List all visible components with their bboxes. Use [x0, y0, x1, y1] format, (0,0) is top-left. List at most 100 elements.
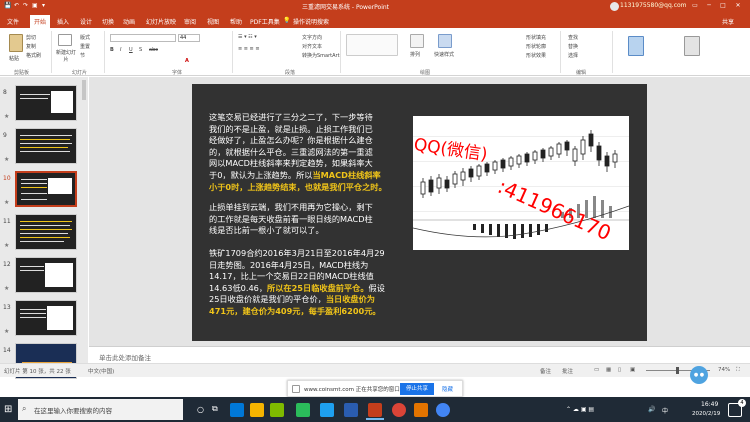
font-color-button[interactable]: A	[185, 58, 189, 64]
account-name[interactable]: 1131975580@qq.com	[620, 2, 687, 9]
paste-icon[interactable]	[9, 34, 23, 52]
convert-smartart-button[interactable]: 转换为SmartArt	[302, 52, 340, 59]
account-avatar[interactable]	[610, 2, 619, 11]
find-button[interactable]: 查找	[568, 34, 578, 41]
designer-icon[interactable]	[628, 36, 644, 56]
taskbar-app-browser-icon[interactable]	[344, 403, 358, 417]
taskbar-app-folder-icon[interactable]	[250, 403, 264, 417]
layout-button[interactable]: 版式	[80, 34, 90, 41]
replace-button[interactable]: 替换	[568, 43, 578, 50]
slideshow-view-icon[interactable]: ▣	[630, 367, 635, 373]
task-view-icon[interactable]: ⧉	[212, 404, 218, 414]
notes-toggle[interactable]: 备注	[540, 367, 551, 375]
tray-icons[interactable]: ⌃ ☁ ▣ ▤	[566, 406, 594, 413]
format-painter-button[interactable]: 格式刷	[26, 52, 41, 59]
normal-view-icon[interactable]: ▭	[594, 367, 599, 373]
bullets-button[interactable]: ☰ ▾ ☷ ▾	[238, 34, 257, 40]
windows-start-icon[interactable]: ⊞	[4, 404, 12, 415]
ribbon-display-icon[interactable]: ▭	[690, 2, 700, 11]
notes-pane[interactable]: 单击此处添加备注	[89, 346, 750, 363]
slide-thumbnail-9[interactable]	[15, 128, 77, 164]
hide-button[interactable]: 隐藏	[442, 385, 453, 393]
zoom-level[interactable]: 74%	[718, 367, 730, 373]
slide-thumbnail-10[interactable]	[15, 171, 77, 207]
shape-effects-button[interactable]: 形状效果	[526, 52, 546, 59]
tab-help[interactable]: 帮助	[230, 17, 242, 26]
close-button[interactable]: ✕	[733, 2, 743, 11]
font-name-select[interactable]	[110, 34, 176, 42]
shape-outline-button[interactable]: 形状轮廓	[526, 43, 546, 50]
quick-styles-icon[interactable]	[438, 34, 452, 48]
tab-design[interactable]: 设计	[80, 17, 92, 26]
new-slide-icon[interactable]	[58, 34, 72, 46]
quick-access-customize-icon[interactable]: ▾	[42, 2, 45, 9]
underline-button[interactable]: U	[129, 47, 133, 53]
tab-animations[interactable]: 动画	[123, 17, 135, 26]
taskbar-app-edge-icon[interactable]	[230, 403, 244, 417]
zoom-slider-thumb[interactable]	[676, 367, 679, 374]
taskbar-app-store-icon[interactable]	[270, 403, 284, 417]
share-button[interactable]: 共享	[722, 17, 734, 26]
tab-home[interactable]: 开始	[30, 15, 51, 28]
taskbar-app-qq-icon[interactable]	[320, 403, 334, 417]
quick-access-present-icon[interactable]: ▣	[32, 2, 38, 9]
slide-thumbnail-13[interactable]	[15, 300, 77, 336]
cut-button[interactable]: 剪切	[26, 34, 36, 41]
reading-view-icon[interactable]: ▯	[618, 367, 621, 373]
taskbar-app-wechat-icon[interactable]	[296, 403, 310, 417]
arrange-button[interactable]: 排列	[410, 51, 420, 58]
tab-transitions[interactable]: 切换	[102, 17, 114, 26]
tab-insert[interactable]: 插入	[57, 17, 69, 26]
ime-indicator[interactable]: 中	[662, 406, 668, 415]
tell-me-search[interactable]: 操作说明搜索	[293, 17, 329, 26]
tab-review[interactable]: 审阅	[184, 17, 196, 26]
taskbar-search-box[interactable]: ⌕ 在这里输入你要搜索的内容	[18, 399, 183, 420]
shapes-gallery[interactable]	[346, 34, 398, 56]
paste-button[interactable]: 粘贴	[9, 55, 19, 62]
reset-button[interactable]: 重置	[80, 43, 90, 50]
tab-pdf-tools[interactable]: PDF工具集	[250, 17, 280, 26]
align-buttons[interactable]: ≡ ≡ ≡ ≡	[238, 46, 260, 52]
language-indicator[interactable]: 中文(中国)	[88, 367, 114, 375]
tab-slideshow[interactable]: 幻灯片放映	[146, 17, 176, 26]
dictate-icon[interactable]	[684, 36, 700, 56]
taskbar-app-powerpoint-icon[interactable]	[368, 403, 382, 417]
slide-thumbnail-8[interactable]	[15, 85, 77, 121]
align-text-button[interactable]: 对齐文本	[302, 43, 322, 50]
shadow-button[interactable]: S	[139, 47, 142, 53]
copy-button[interactable]: 复制	[26, 43, 36, 50]
taskbar-app-chrome2-icon[interactable]	[436, 403, 450, 417]
quick-access-save-icon[interactable]: 💾	[4, 2, 11, 9]
maximize-button[interactable]: □	[718, 2, 728, 11]
cortana-icon[interactable]: ○	[197, 405, 204, 414]
tab-file[interactable]: 文件	[7, 17, 19, 26]
slide-panel-scrollbar[interactable]	[82, 80, 86, 100]
text-direction-button[interactable]: 文字方向	[302, 34, 322, 41]
comments-toggle[interactable]: 批注	[562, 367, 573, 375]
volume-icon[interactable]: 🔊	[648, 406, 655, 413]
quick-access-redo-icon[interactable]: ↷	[23, 2, 28, 9]
floating-assistant-icon[interactable]: ● ●	[690, 366, 708, 384]
clock-time[interactable]: 16:49	[701, 401, 718, 408]
shape-fill-button[interactable]: 形状填充	[526, 34, 546, 41]
sorter-view-icon[interactable]: ▦	[606, 367, 611, 373]
quick-access-undo-icon[interactable]: ↶	[14, 2, 19, 9]
bold-button[interactable]: B	[110, 47, 114, 53]
italic-button[interactable]: I	[120, 47, 121, 53]
section-button[interactable]: 节	[80, 52, 85, 59]
tab-view[interactable]: 视图	[207, 17, 219, 26]
arrange-icon[interactable]	[410, 34, 424, 48]
taskbar-app-chrome-icon[interactable]	[392, 403, 406, 417]
slide-thumbnail-12[interactable]	[15, 257, 77, 293]
select-button[interactable]: 选择	[568, 52, 578, 59]
stop-sharing-button[interactable]: 停止共享	[400, 383, 434, 395]
fit-slide-icon[interactable]: ⛶	[736, 367, 740, 374]
taskbar-app-other-icon[interactable]	[414, 403, 428, 417]
font-size-select[interactable]: 44	[178, 34, 200, 42]
strikethrough-button[interactable]: abc	[149, 47, 158, 53]
clock-date[interactable]: 2020/2/19	[692, 411, 720, 417]
minimize-button[interactable]: ─	[704, 2, 714, 11]
quick-styles-button[interactable]: 快速样式	[434, 51, 454, 58]
slide-thumbnail-11[interactable]	[15, 214, 77, 250]
new-slide-button[interactable]: 新建幻灯片	[56, 49, 76, 63]
